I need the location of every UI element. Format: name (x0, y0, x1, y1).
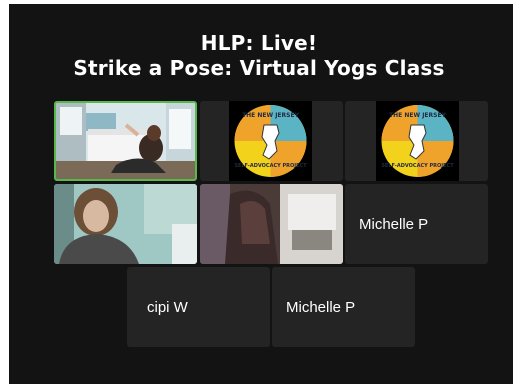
logo-bottom-text: SELF-ADVOCACY PROJECT (234, 163, 307, 169)
logo-top-text: THE NEW JERSEY (242, 112, 300, 119)
participant-tile-yoga[interactable] (54, 101, 197, 181)
participant-tile-video[interactable] (200, 184, 343, 264)
nj-self-advocacy-logo: THE NEW JERSEY SELF-ADVOCACY PROJECT (376, 101, 459, 181)
meeting-title: HLP: Live! (200, 31, 318, 55)
participant-tile-name[interactable]: Michelle P (345, 184, 488, 264)
meeting-subtitle: Strike a Pose: Virtual Yogs Class (73, 56, 445, 80)
participant-tile-name[interactable]: cipi W (127, 267, 270, 347)
participant-tile-logo[interactable]: THE NEW JERSEY SELF-ADVOCACY PROJECT (200, 101, 343, 181)
participant-tile-name[interactable]: Michelle P (272, 267, 415, 347)
participant-name: Michelle P (359, 216, 429, 233)
participant-video (56, 103, 195, 179)
logo-top-text: THE NEW JERSEY (389, 112, 447, 119)
logo-bottom-text: SELF-ADVOCACY PROJECT (381, 163, 454, 169)
participant-video (54, 184, 197, 264)
participant-name: Michelle P (286, 299, 356, 316)
participant-video (200, 184, 343, 264)
participant-name: cipi W (147, 299, 188, 316)
participant-tile-video[interactable] (54, 184, 197, 264)
participant-tile-logo[interactable]: THE NEW JERSEY SELF-ADVOCACY PROJECT (345, 101, 488, 181)
nj-self-advocacy-logo: THE NEW JERSEY SELF-ADVOCACY PROJECT (229, 101, 312, 181)
